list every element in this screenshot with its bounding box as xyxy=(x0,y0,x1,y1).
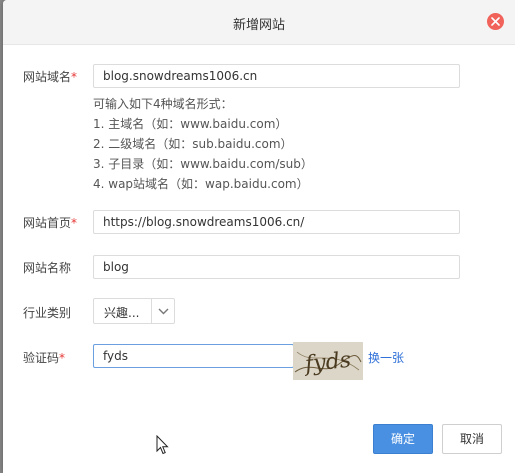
domain-required-mark: * xyxy=(71,70,78,84)
site-name-input[interactable]: blog xyxy=(93,255,460,279)
homepage-input[interactable]: https://blog.snowdreams1006.cn/ xyxy=(93,210,460,234)
refresh-captcha-link[interactable]: 换一张 xyxy=(368,349,404,366)
captcha-label: 验证码* xyxy=(23,349,65,366)
confirm-button[interactable]: 确定 xyxy=(373,424,433,454)
domain-hint-line: 可输入如下4种域名形式： xyxy=(93,97,233,111)
domain-hint: 可输入如下4种域名形式： 1. 主域名（如：www.baidu.com） 2. … xyxy=(93,94,313,194)
industry-label: 行业类别 xyxy=(23,306,72,320)
industry-selected-value: 兴趣... xyxy=(104,306,140,320)
industry-dropdown-toggle[interactable] xyxy=(151,299,175,323)
industry-select[interactable]: 兴趣... xyxy=(93,298,175,324)
cancel-button[interactable]: 取消 xyxy=(442,424,502,454)
domain-hint-line: 2. 二级域名（如：sub.baidu.com） xyxy=(93,137,293,151)
domain-label-text: 网站域名 xyxy=(23,70,72,84)
domain-hint-line: 1. 主域名（如：www.baidu.com） xyxy=(93,117,288,131)
domain-hint-line: 4. wap站域名（如：wap.baidu.com） xyxy=(93,177,309,191)
dialog-titlebar: 新增网站 xyxy=(3,0,515,45)
homepage-required-mark: * xyxy=(71,216,78,230)
captcha-input[interactable]: fyds xyxy=(93,344,294,368)
dialog-title: 新增网站 xyxy=(232,18,285,33)
mouse-cursor-icon xyxy=(156,435,169,455)
site-name-label: 网站名称 xyxy=(23,261,72,275)
domain-label: 网站域名* xyxy=(23,68,77,85)
domain-input[interactable]: blog.snowdreams1006.cn xyxy=(93,64,460,88)
captcha-text: fyds xyxy=(302,348,352,378)
close-button[interactable] xyxy=(487,13,504,30)
chevron-down-icon xyxy=(158,308,169,315)
captcha-image[interactable]: fyds xyxy=(293,342,363,380)
captcha-label-text: 验证码 xyxy=(23,351,60,365)
domain-hint-line: 3. 子目录（如：www.baidu.com/sub） xyxy=(93,157,313,171)
captcha-graphic: fyds xyxy=(293,342,363,380)
homepage-label-text: 网站首页 xyxy=(23,216,72,230)
add-site-dialog: 新增网站 网站域名* blog.snowdreams1006.cn 可输入如下4… xyxy=(3,0,515,473)
close-icon xyxy=(491,17,500,26)
homepage-label: 网站首页* xyxy=(23,214,77,231)
captcha-required-mark: * xyxy=(59,351,66,365)
